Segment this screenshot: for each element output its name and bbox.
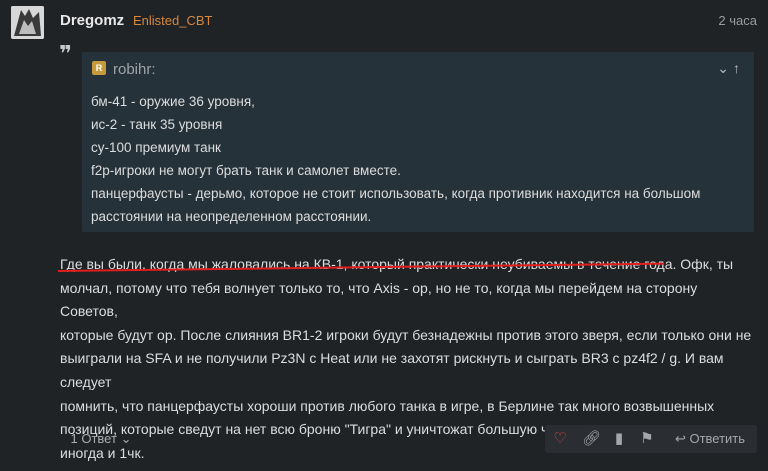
quote-controls: ⌄↑ bbox=[717, 60, 744, 77]
flag-icon[interactable]: ⚑ bbox=[638, 425, 656, 453]
quote-author[interactable]: robihr: bbox=[113, 61, 156, 78]
quote-line: расстоянии на неопределенном расстоянии. bbox=[91, 209, 372, 224]
chevron-down-icon[interactable]: ⌄ bbox=[717, 60, 733, 76]
heart-icon[interactable]: ♡ bbox=[551, 425, 569, 453]
user-avatar[interactable] bbox=[11, 6, 44, 39]
post-line: которые будут ор. После слияния BR1-2 иг… bbox=[60, 326, 752, 343]
post-time[interactable]: 2 часа bbox=[718, 13, 757, 28]
quote-block: R robihr: ⌄↑ бм-41 - оружие 36 уровня, и… bbox=[82, 52, 754, 232]
reply-button[interactable]: ↩ Ответить bbox=[667, 425, 753, 453]
quote-line: панцерфаусты - дерьмо, которое не стоит … bbox=[91, 186, 701, 201]
bookmark-icon[interactable]: ▮ bbox=[610, 425, 628, 453]
quote-icon: ❞ bbox=[59, 41, 72, 66]
post-actions: ♡ 🔗︎ ▮ ⚑ ↩ Ответить bbox=[545, 425, 757, 453]
quote-line: бм-41 - оружие 36 уровня, bbox=[91, 94, 255, 109]
quote-line: су-100 премиум танк bbox=[91, 140, 221, 155]
replies-label: 1 Ответ bbox=[70, 431, 117, 446]
link-icon[interactable]: 🔗︎ bbox=[582, 425, 601, 453]
chevron-down-icon: ⌄ bbox=[120, 431, 132, 446]
post-line: молчал, потому что тебя волнует только т… bbox=[60, 279, 698, 320]
quote-text: бм-41 - оружие 36 уровня, ис-2 - танк 35… bbox=[91, 90, 741, 228]
user-title: Enlisted_CBT bbox=[133, 13, 213, 28]
post-line: помнить, что панцерфаусты хороши против … bbox=[60, 397, 715, 414]
replies-toggle-button[interactable]: 1 Ответ ⌄ bbox=[60, 425, 142, 453]
arrow-up-icon[interactable]: ↑ bbox=[733, 60, 744, 76]
username[interactable]: Dregomz bbox=[60, 12, 124, 29]
quote-author-avatar: R bbox=[92, 61, 106, 75]
quote-line: ис-2 - танк 35 уровня bbox=[91, 117, 223, 132]
quote-line: f2p-игроки не могут брать танк и самолет… bbox=[91, 163, 401, 178]
reply-label: Ответить bbox=[689, 431, 746, 446]
reply-icon: ↩ bbox=[674, 431, 686, 446]
post-line: выиграли на SFA и не получили Pz3N с Hea… bbox=[60, 350, 724, 390]
